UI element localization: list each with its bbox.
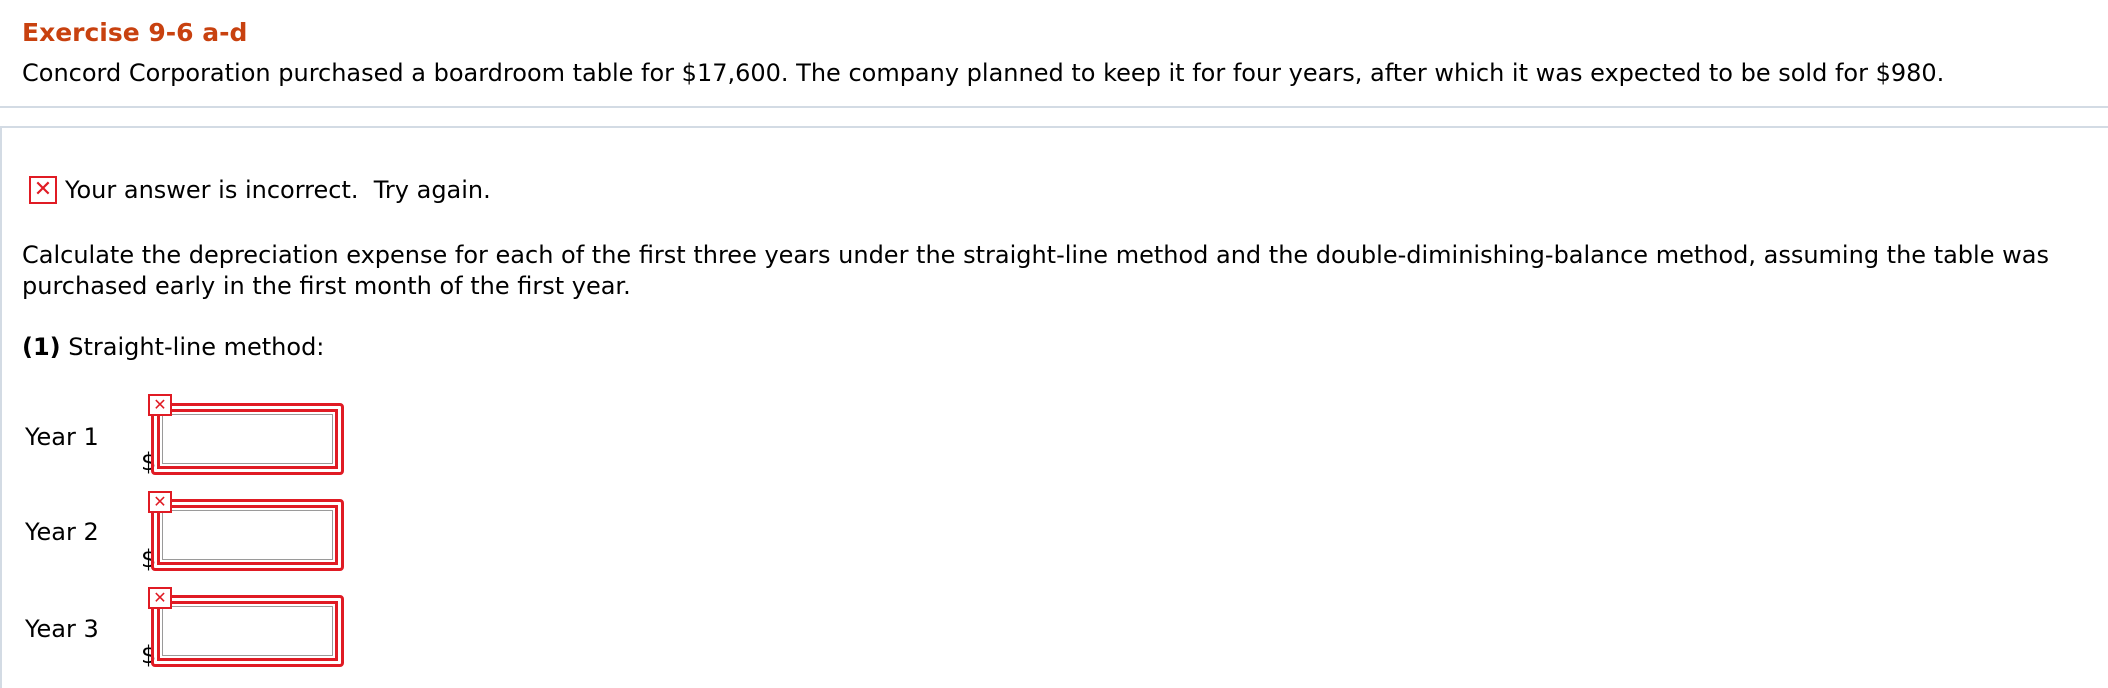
year-3-input-border [157, 601, 338, 661]
year-1-incorrect-x-icon: ✕ [148, 394, 172, 416]
exercise-intro: Concord Corporation purchased a boardroo… [22, 59, 1945, 87]
year-3-label: Year 3 [25, 615, 99, 643]
part-label: (1) Straight-line method: [22, 330, 324, 364]
year-3-incorrect-x-icon: ✕ [148, 587, 172, 609]
part-number: (1) [22, 333, 61, 361]
year-2-input-frame [151, 499, 344, 571]
exercise-title: Exercise 9-6 a-d [22, 18, 248, 47]
panel-gap [0, 108, 2108, 127]
year-2-label: Year 2 [25, 518, 99, 546]
feedback-message: ✕ Your answer is incorrect. Try again. [29, 173, 491, 207]
incorrect-x-icon: ✕ [29, 176, 57, 204]
exercise-header-panel: Exercise 9-6 a-d Concord Corporation pur… [0, 0, 2108, 108]
year-1-label: Year 1 [25, 423, 99, 451]
year-2-incorrect-x-icon: ✕ [148, 491, 172, 513]
feedback-text: Your answer is incorrect. Try again. [65, 176, 491, 204]
year-1-input-frame [151, 403, 344, 475]
year-3-input-frame [151, 595, 344, 667]
part-label-text: Straight-line method: [60, 333, 325, 361]
year-2-input-border [157, 505, 338, 565]
question-text: Calculate the depreciation expense for e… [22, 241, 2049, 300]
year-1-input[interactable] [162, 414, 333, 464]
year-2-input[interactable] [162, 510, 333, 560]
year-3-input[interactable] [162, 606, 333, 656]
year-1-input-border [157, 409, 338, 469]
